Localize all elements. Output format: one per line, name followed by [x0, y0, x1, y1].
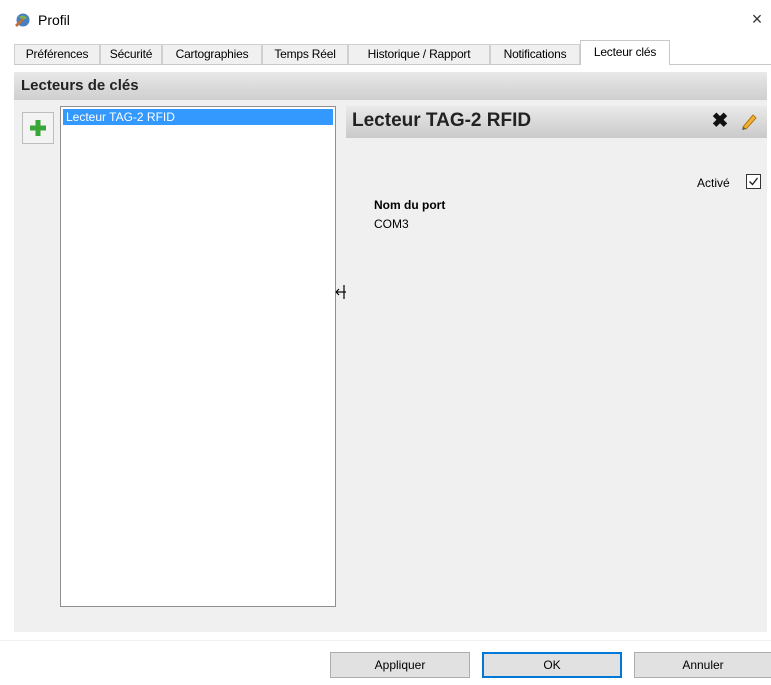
footer-divider [0, 640, 771, 641]
active-label: Activé [697, 176, 730, 190]
title-bar: Profil × [0, 0, 771, 40]
tab-preferences[interactable]: Préférences [14, 44, 100, 64]
tab-notifications[interactable]: Notifications [490, 44, 580, 64]
tab-lecteur-cles[interactable]: Lecteur clés [580, 40, 670, 65]
tab-bar: Préférences Sécurité Cartographies Temps… [14, 40, 771, 65]
tab-securite[interactable]: Sécurité [100, 44, 162, 64]
section-header: Lecteurs de clés [14, 72, 767, 100]
list-item[interactable]: Lecteur TAG-2 RFID [63, 109, 333, 125]
window-title: Profil [38, 12, 70, 28]
delete-icon[interactable]: ✖ [710, 110, 730, 132]
app-icon [15, 13, 30, 27]
tab-historique-rapport[interactable]: Historique / Rapport [348, 44, 490, 64]
close-window-button[interactable]: × [746, 8, 768, 30]
check-icon [749, 177, 759, 186]
reader-list[interactable]: Lecteur TAG-2 RFID [60, 106, 336, 607]
detail-title: Lecteur TAG-2 RFID [352, 110, 532, 131]
pencil-icon[interactable] [738, 110, 760, 132]
port-name-label: Nom du port [374, 198, 446, 212]
apply-button[interactable]: Appliquer [330, 652, 470, 678]
tab-temps-reel[interactable]: Temps Réel [262, 44, 348, 64]
cancel-button[interactable]: Annuler [634, 652, 771, 678]
add-reader-button[interactable] [22, 112, 54, 144]
reader-detail-panel: Lecteur TAG-2 RFID ✖ Activé Nom du port … [346, 106, 767, 631]
plus-icon [30, 120, 46, 136]
port-name-value: COM3 [374, 217, 409, 231]
tab-cartographies[interactable]: Cartographies [162, 44, 262, 64]
active-checkbox[interactable] [746, 174, 761, 189]
ok-button[interactable]: OK [482, 652, 622, 678]
detail-header: Lecteur TAG-2 RFID ✖ [346, 106, 767, 138]
section-title: Lecteurs de clés [21, 77, 139, 94]
